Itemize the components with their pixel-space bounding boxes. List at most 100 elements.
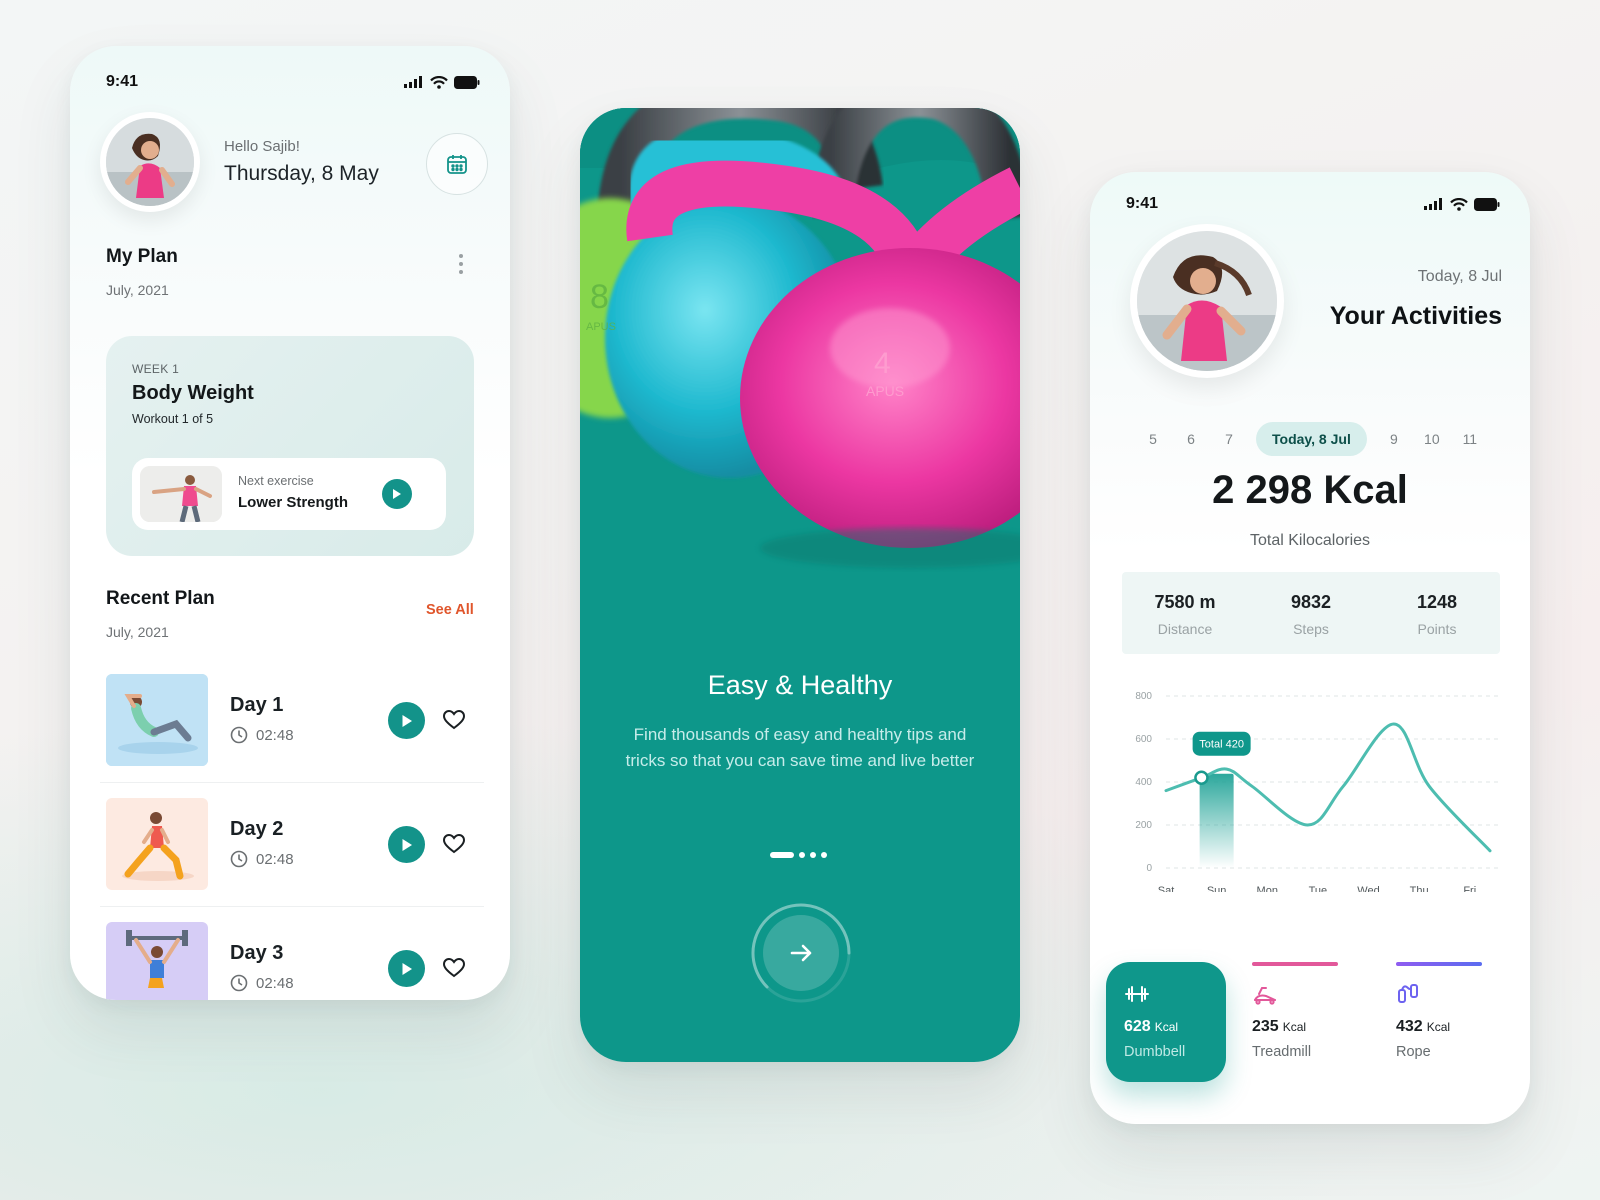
x-tick-label: Fri xyxy=(1463,885,1476,892)
page-dot xyxy=(799,852,805,858)
runner-photo xyxy=(106,118,194,206)
play-day-button[interactable] xyxy=(388,950,425,987)
plan-card[interactable]: WEEK 1 Body Weight Workout 1 of 5 Next e… xyxy=(106,336,474,556)
activity-card-treadmill[interactable]: 235 Kcal Treadmill xyxy=(1234,962,1354,1082)
wifi-icon xyxy=(430,75,448,89)
day-name: Day 2 xyxy=(230,818,284,840)
next-exercise-card[interactable]: Next exercise Lower Strength xyxy=(132,458,446,530)
runner-photo xyxy=(1137,231,1277,371)
list-item[interactable]: Day 1 02:48 xyxy=(100,674,484,798)
y-tick-label: 0 xyxy=(1146,863,1152,874)
day-duration-text: 02:48 xyxy=(256,850,294,868)
day-duration-text: 02:48 xyxy=(256,974,294,992)
stat-label: Steps xyxy=(1293,621,1329,637)
page-dot-active xyxy=(770,852,794,858)
day-duration: 02:48 xyxy=(230,850,294,868)
rope-icon xyxy=(1398,984,1418,1003)
list-item[interactable]: Day 3 02:48 xyxy=(100,922,484,1000)
play-next-button[interactable] xyxy=(382,479,412,509)
stat-value: 7580 m xyxy=(1154,592,1216,612)
x-tick-label: Sat xyxy=(1158,885,1175,892)
kettlebell-brand: APUS xyxy=(866,383,904,399)
page-dot xyxy=(810,852,816,858)
stat-value: 1248 xyxy=(1416,592,1458,612)
activities-screen: 9:41 Today, 8 Jul Your Activities 5 6 7 xyxy=(1090,172,1530,1124)
play-day-button[interactable] xyxy=(388,702,425,739)
activity-name: Rope xyxy=(1396,1044,1431,1060)
battery-icon xyxy=(454,75,480,89)
stat-steps: 9832 Steps xyxy=(1248,572,1374,654)
day-thumbnail xyxy=(106,798,208,890)
x-tick-label: Mon xyxy=(1257,885,1278,892)
activity-card-rope[interactable]: 432 Kcal Rope xyxy=(1378,962,1498,1082)
activities-title: Your Activities xyxy=(1329,302,1502,330)
battery-icon xyxy=(1474,197,1500,211)
onboarding-screen: 8 APUS 4 APUS Easy & Healthy Find thousa… xyxy=(580,108,1020,1062)
day-thumbnail xyxy=(106,922,208,1000)
list-item[interactable]: Day 2 02:48 xyxy=(100,798,484,922)
tooltip-label: Total 420 xyxy=(1199,739,1244,751)
home-screen: 9:41 Hello Sajib! Thursday, 8 May My Pla… xyxy=(70,46,510,1000)
heart-icon[interactable] xyxy=(442,832,466,856)
see-all-link[interactable]: See All xyxy=(426,602,474,618)
day-name: Day 1 xyxy=(230,694,284,716)
day-thumbnail xyxy=(106,674,208,766)
kettlebells-photo: 8 APUS 4 APUS xyxy=(580,108,1020,628)
activity-card-dumbbell[interactable]: 628 Kcal Dumbbell xyxy=(1106,962,1226,1082)
user-avatar[interactable] xyxy=(1130,224,1284,378)
day-option[interactable]: 7 xyxy=(1210,431,1248,447)
x-tick-label: Thu xyxy=(1410,885,1429,892)
day-option[interactable]: 9 xyxy=(1375,431,1413,447)
day-option-selected[interactable]: Today, 8 Jul xyxy=(1256,422,1367,456)
greeting-text: Hello Sajib! xyxy=(224,138,300,155)
signal-icon xyxy=(1424,198,1442,210)
activity-kcal: 432 Kcal xyxy=(1396,1018,1450,1036)
onboarding-description: Find thousands of easy and healthy tips … xyxy=(625,725,975,770)
activity-name: Treadmill xyxy=(1252,1044,1312,1060)
next-exercise-label: Next exercise xyxy=(238,474,314,488)
day-option[interactable]: 10 xyxy=(1413,431,1451,447)
stat-distance: 7580 m Distance xyxy=(1122,572,1248,654)
day-option[interactable]: 11 xyxy=(1451,431,1489,447)
day-option[interactable]: 5 xyxy=(1134,431,1172,447)
day-option[interactable]: 6 xyxy=(1172,431,1210,447)
activity-kcal: 235 Kcal xyxy=(1252,1018,1306,1036)
next-exercise-name: Lower Strength xyxy=(238,494,349,511)
kettlebell-number-2: 8 xyxy=(590,278,609,316)
activity-kcal-value: 235 xyxy=(1252,1018,1279,1035)
heart-icon[interactable] xyxy=(442,708,466,732)
play-icon xyxy=(402,962,412,975)
status-bar: 9:41 xyxy=(1126,186,1500,222)
y-tick-label: 600 xyxy=(1135,734,1152,745)
kettlebell-number: 4 xyxy=(874,347,891,380)
treadmill-color-bar xyxy=(1252,962,1338,966)
dumbbell-icon xyxy=(1125,986,1149,1002)
stat-label: Distance xyxy=(1157,621,1213,637)
activity-kcal-unit: Kcal xyxy=(1426,1020,1451,1034)
calendar-button[interactable] xyxy=(426,133,488,195)
current-date: Thursday, 8 May xyxy=(224,162,379,185)
wifi-icon xyxy=(1450,197,1468,211)
x-tick-label: Wed xyxy=(1357,885,1379,892)
clock-icon xyxy=(230,974,248,992)
total-kcal-value: 2 298 Kcal xyxy=(1212,468,1408,512)
signal-icon xyxy=(404,76,422,88)
y-tick-label: 400 xyxy=(1135,777,1152,788)
status-bar: 9:41 xyxy=(106,64,480,100)
next-exercise-thumbnail xyxy=(140,466,222,522)
more-options-icon[interactable] xyxy=(456,254,466,274)
page-dot xyxy=(821,852,827,858)
play-day-button[interactable] xyxy=(388,826,425,863)
plan-title: Body Weight xyxy=(132,382,254,404)
next-button[interactable] xyxy=(763,915,839,991)
heart-icon[interactable] xyxy=(442,956,466,980)
row-divider xyxy=(100,906,484,907)
play-icon xyxy=(402,838,412,851)
stat-label: Points xyxy=(1417,621,1457,637)
clock-icon xyxy=(230,726,248,744)
day-duration: 02:48 xyxy=(230,974,294,992)
day-name: Day 3 xyxy=(230,942,284,964)
user-avatar[interactable] xyxy=(100,112,200,212)
plan-progress: Workout 1 of 5 xyxy=(132,412,214,426)
highlight-bar xyxy=(1199,773,1234,868)
